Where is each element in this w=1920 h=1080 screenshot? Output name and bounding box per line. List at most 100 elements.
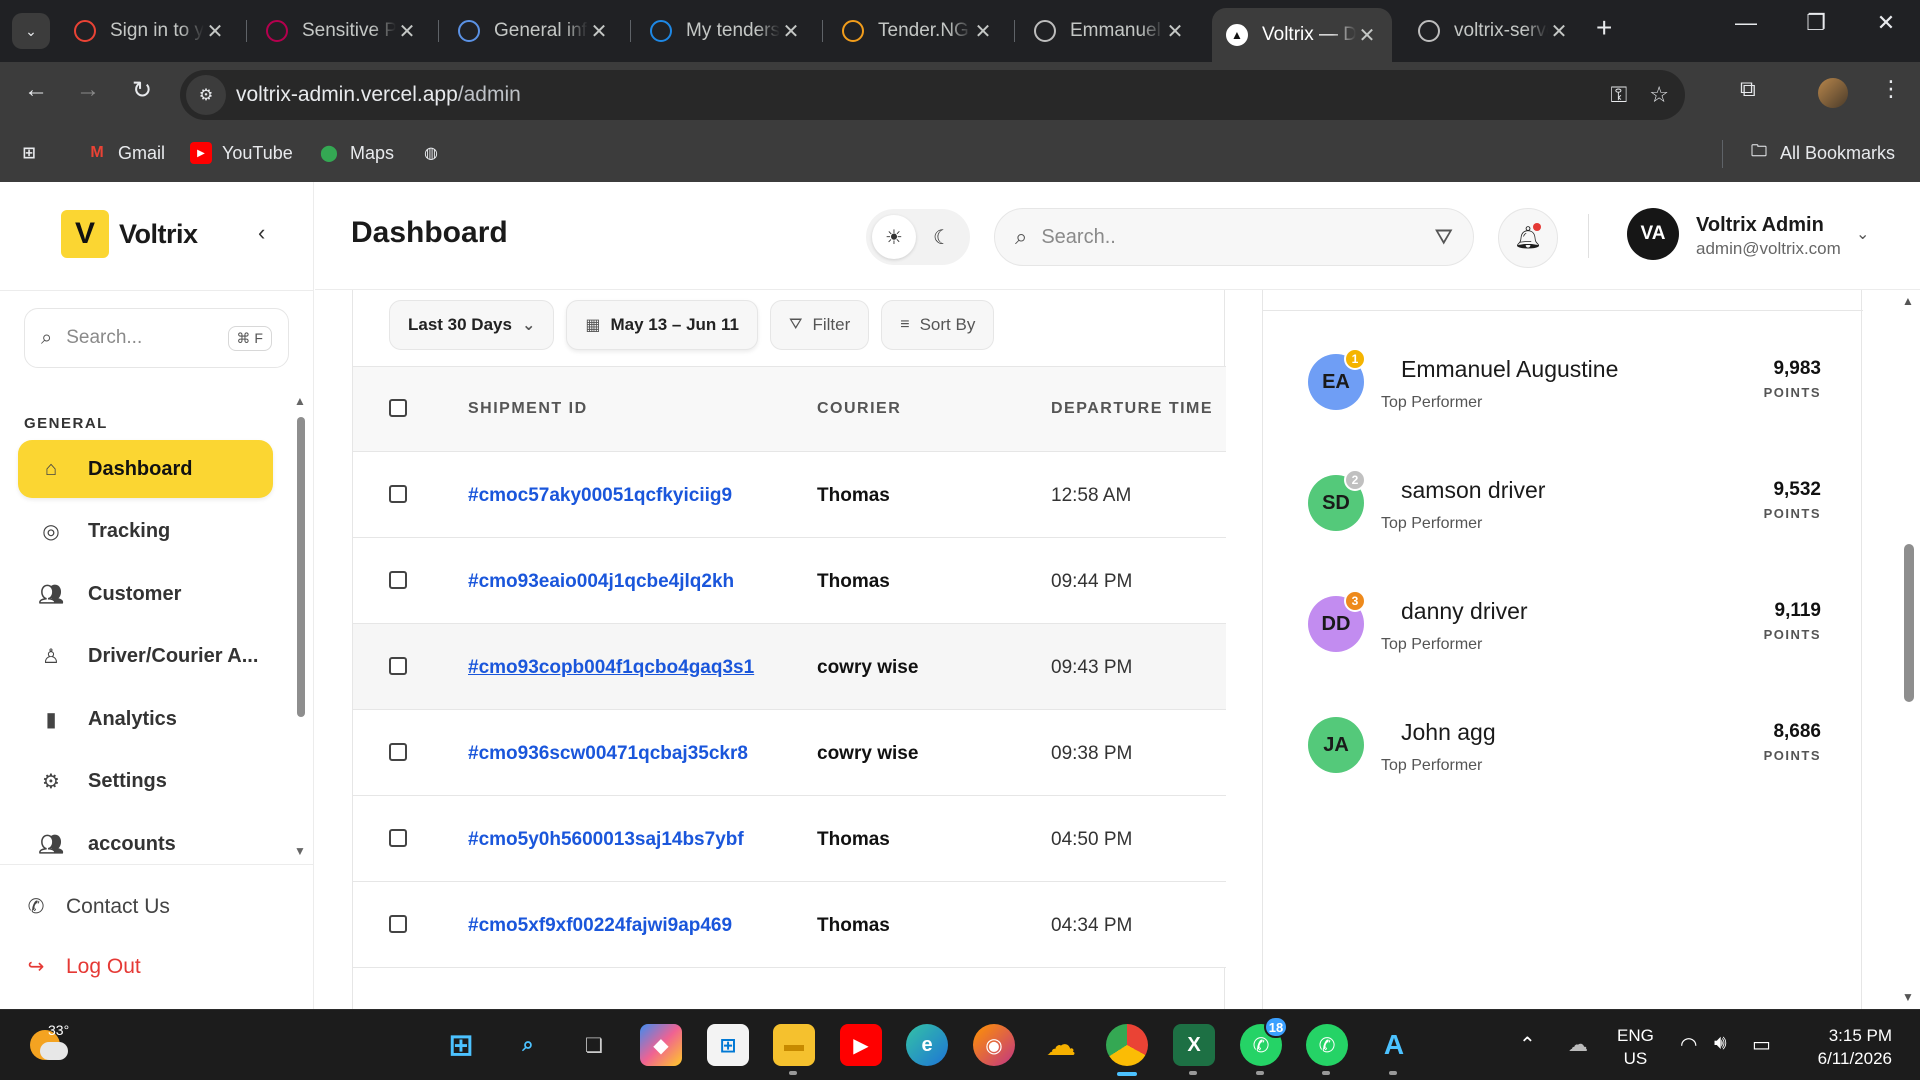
edge-icon[interactable]: e [906, 1024, 948, 1066]
chevron-up-icon[interactable]: ⌃ [1519, 1032, 1536, 1057]
windows-start-icon[interactable]: ⊞ [440, 1024, 482, 1066]
back-icon[interactable]: ← [18, 76, 54, 104]
bookmark-maps[interactable]: ⬤ Maps [318, 142, 394, 164]
browser-tab[interactable]: Emmanuel ✕ [1020, 8, 1200, 54]
whatsapp-business-icon[interactable]: ✆ [1306, 1024, 1348, 1066]
weather-widget[interactable]: 33° [28, 1022, 69, 1064]
restore-icon[interactable]: ❐ [1786, 10, 1846, 36]
select-all-checkbox[interactable] [389, 399, 407, 417]
browser-tab[interactable]: voltrix-server✕ [1404, 8, 1584, 54]
row-checkbox[interactable] [389, 743, 407, 761]
collapse-sidebar-icon[interactable]: ‹ [258, 220, 265, 246]
sun-icon[interactable]: ☀ [872, 215, 916, 259]
filter-funnel-icon[interactable]: ⛛ [1435, 224, 1453, 250]
bookmark-star-icon[interactable]: ☆ [1649, 82, 1669, 108]
shipment-id-link[interactable]: #cmo936scw00471qcbaj35ckr8 [468, 743, 748, 765]
close-tab-icon[interactable]: ✕ [396, 19, 418, 44]
table-row[interactable]: #cmoc57aky00051qcfkyiciig9 Thomas 12:58 AM [353, 452, 1226, 538]
browser-tab[interactable]: Sign in to your account✕ [60, 8, 240, 54]
shipment-id-link[interactable]: #cmo5xf9xf00224fajwi9ap469 [468, 915, 732, 937]
extensions-icon[interactable]: ⧉ [1740, 76, 1756, 102]
firefox-icon[interactable]: ◉ [973, 1024, 1015, 1066]
sidebar-item-dashboard[interactable]: ⌂ Dashboard [18, 440, 273, 498]
close-window-icon[interactable]: ✕ [1856, 10, 1916, 36]
wifi-icon[interactable]: ◠ [1680, 1032, 1697, 1057]
app-a-icon[interactable]: A [1373, 1024, 1415, 1066]
column-header-courier[interactable]: COURIER [817, 400, 901, 418]
forward-icon[interactable]: → [70, 76, 106, 104]
microsoft-store-icon[interactable]: ⊞ [707, 1024, 749, 1066]
page-scroll-down-icon[interactable]: ▼ [1902, 990, 1914, 1004]
contact-us-link[interactable]: ✆ Contact Us [24, 894, 170, 919]
copilot-icon[interactable]: ◆ [640, 1024, 682, 1066]
filter-button[interactable]: ⛛ Filter [770, 300, 870, 350]
leaderboard-entry[interactable]: SD 2 samson driver Top Performer 9,532 POINTS [1263, 469, 1863, 595]
table-row[interactable]: #cmo5y0h5600013saj14bs7ybf Thomas 04:50 PM [353, 796, 1226, 882]
chrome-icon[interactable] [1106, 1024, 1148, 1076]
sidebar-item-analytics[interactable]: ▮ Analytics [18, 690, 273, 748]
leaderboard-entry[interactable]: EA 1 Emmanuel Augustine Top Performer 9,983 P… [1263, 348, 1863, 474]
leaderboard-entry[interactable]: DD 3 danny driver Top Performer 9,119 POINTS [1263, 590, 1863, 716]
browser-tab[interactable]: Tender.NG ✕ [828, 8, 1008, 54]
row-checkbox[interactable] [389, 915, 407, 933]
file-explorer-icon[interactable]: ▬ [773, 1024, 815, 1066]
bookmark-gmail[interactable]: M Gmail [86, 142, 165, 164]
sidebar-scrollbar-thumb[interactable] [297, 417, 305, 717]
close-tab-icon[interactable]: ✕ [1164, 19, 1186, 44]
bookmark-youtube[interactable]: ▶ YouTube [190, 142, 293, 164]
profile-avatar[interactable] [1818, 78, 1848, 108]
theme-toggle[interactable]: ☀ ☾ [866, 209, 970, 265]
cloud-off-icon[interactable]: ☁ [1568, 1032, 1588, 1057]
header-search-input[interactable]: ⌕ Search.. ⛛ [994, 208, 1474, 266]
browser-tab[interactable]: Sensitive Publications✕ [252, 8, 432, 54]
tab-search-button[interactable]: ⌄ [12, 13, 50, 49]
leaderboard-entry[interactable]: JA John agg Top Performer 8,686 POINTS [1263, 717, 1863, 837]
sidebar-item-customer[interactable]: 👥︎ Customer [18, 565, 273, 623]
language-indicator[interactable]: ENG US [1617, 1024, 1654, 1070]
avatar[interactable]: VA [1627, 208, 1679, 260]
task-view-icon[interactable]: ❏ [573, 1024, 615, 1066]
volume-icon[interactable]: 🔊︎ [1714, 1032, 1727, 1055]
date-picker-button[interactable]: ▦ May 13 – Jun 11 [566, 300, 759, 350]
apps-grid-icon[interactable]: ⊞ [18, 142, 40, 164]
close-tab-icon[interactable]: ✕ [204, 19, 226, 44]
shipment-id-link[interactable]: #cmoc57aky00051qcfkyiciig9 [468, 485, 732, 507]
page-scroll-up-icon[interactable]: ▲ [1902, 294, 1914, 308]
close-tab-icon[interactable]: ✕ [972, 19, 994, 44]
row-checkbox[interactable] [389, 657, 407, 675]
sidebar-search-input[interactable]: ⌕ Search... ⌘ F [24, 308, 289, 368]
table-row[interactable]: #cmo93eaio004j1qcbe4jlq2kh Thomas 09:44 PM [353, 538, 1226, 624]
row-checkbox[interactable] [389, 829, 407, 847]
shipment-id-link[interactable]: #cmo93eaio004j1qcbe4jlq2kh [468, 571, 734, 593]
table-row[interactable]: #cmo936scw00471qcbaj35ckr8 cowry wise 09:3… [353, 710, 1226, 796]
page-scrollbar-thumb[interactable] [1904, 544, 1914, 702]
search-icon[interactable]: ⌕ [507, 1024, 549, 1066]
browser-tab[interactable]: My tenders ✕ [636, 8, 816, 54]
sidebar-item-settings[interactable]: ⚙ Settings [18, 752, 273, 810]
weather-app-icon[interactable]: ☁ [1040, 1024, 1082, 1066]
chevron-down-icon[interactable]: ⌄ [1856, 224, 1869, 244]
menu-dots-icon[interactable]: ⋮ [1880, 76, 1902, 102]
close-tab-icon[interactable]: ✕ [780, 19, 802, 44]
excel-icon[interactable]: X [1173, 1024, 1215, 1066]
all-bookmarks[interactable]: 🗀 All Bookmarks [1748, 142, 1895, 164]
browser-tab[interactable]: ▲Voltrix — Dashboard✕ [1212, 8, 1392, 62]
close-tab-icon[interactable]: ✕ [1356, 23, 1378, 48]
row-checkbox[interactable] [389, 571, 407, 589]
address-bar[interactable]: ⚙ voltrix-admin.vercel.app/admin ⚿ ☆ [180, 70, 1685, 120]
battery-icon[interactable]: ▭ [1752, 1032, 1771, 1057]
notifications-button[interactable]: 🔔︎ [1498, 208, 1558, 268]
shipment-id-link[interactable]: #cmo93copb004f1qcbo4gaq3s1 [468, 657, 754, 679]
password-key-icon[interactable]: ⚿ [1611, 82, 1628, 108]
sort-button[interactable]: ≡ Sort By [881, 300, 995, 350]
row-checkbox[interactable] [389, 485, 407, 503]
sidebar-scroll-down-icon[interactable]: ▼ [294, 844, 306, 858]
sidebar-item-driver-courier[interactable]: ♙ Driver/Courier A... [18, 627, 273, 685]
sidebar-item-tracking[interactable]: ◎ Tracking [18, 502, 273, 560]
column-header-departure-time[interactable]: DEPARTURE TIME [1051, 400, 1213, 418]
bookmark-globe[interactable]: ◍ [420, 142, 442, 164]
reload-icon[interactable]: ↻ [124, 76, 160, 105]
column-header-shipment-id[interactable]: SHIPMENT ID [468, 400, 588, 418]
brand[interactable]: V Voltrix [61, 210, 198, 258]
system-clock[interactable]: 3:15 PM 6/11/2026 [1808, 1024, 1892, 1070]
